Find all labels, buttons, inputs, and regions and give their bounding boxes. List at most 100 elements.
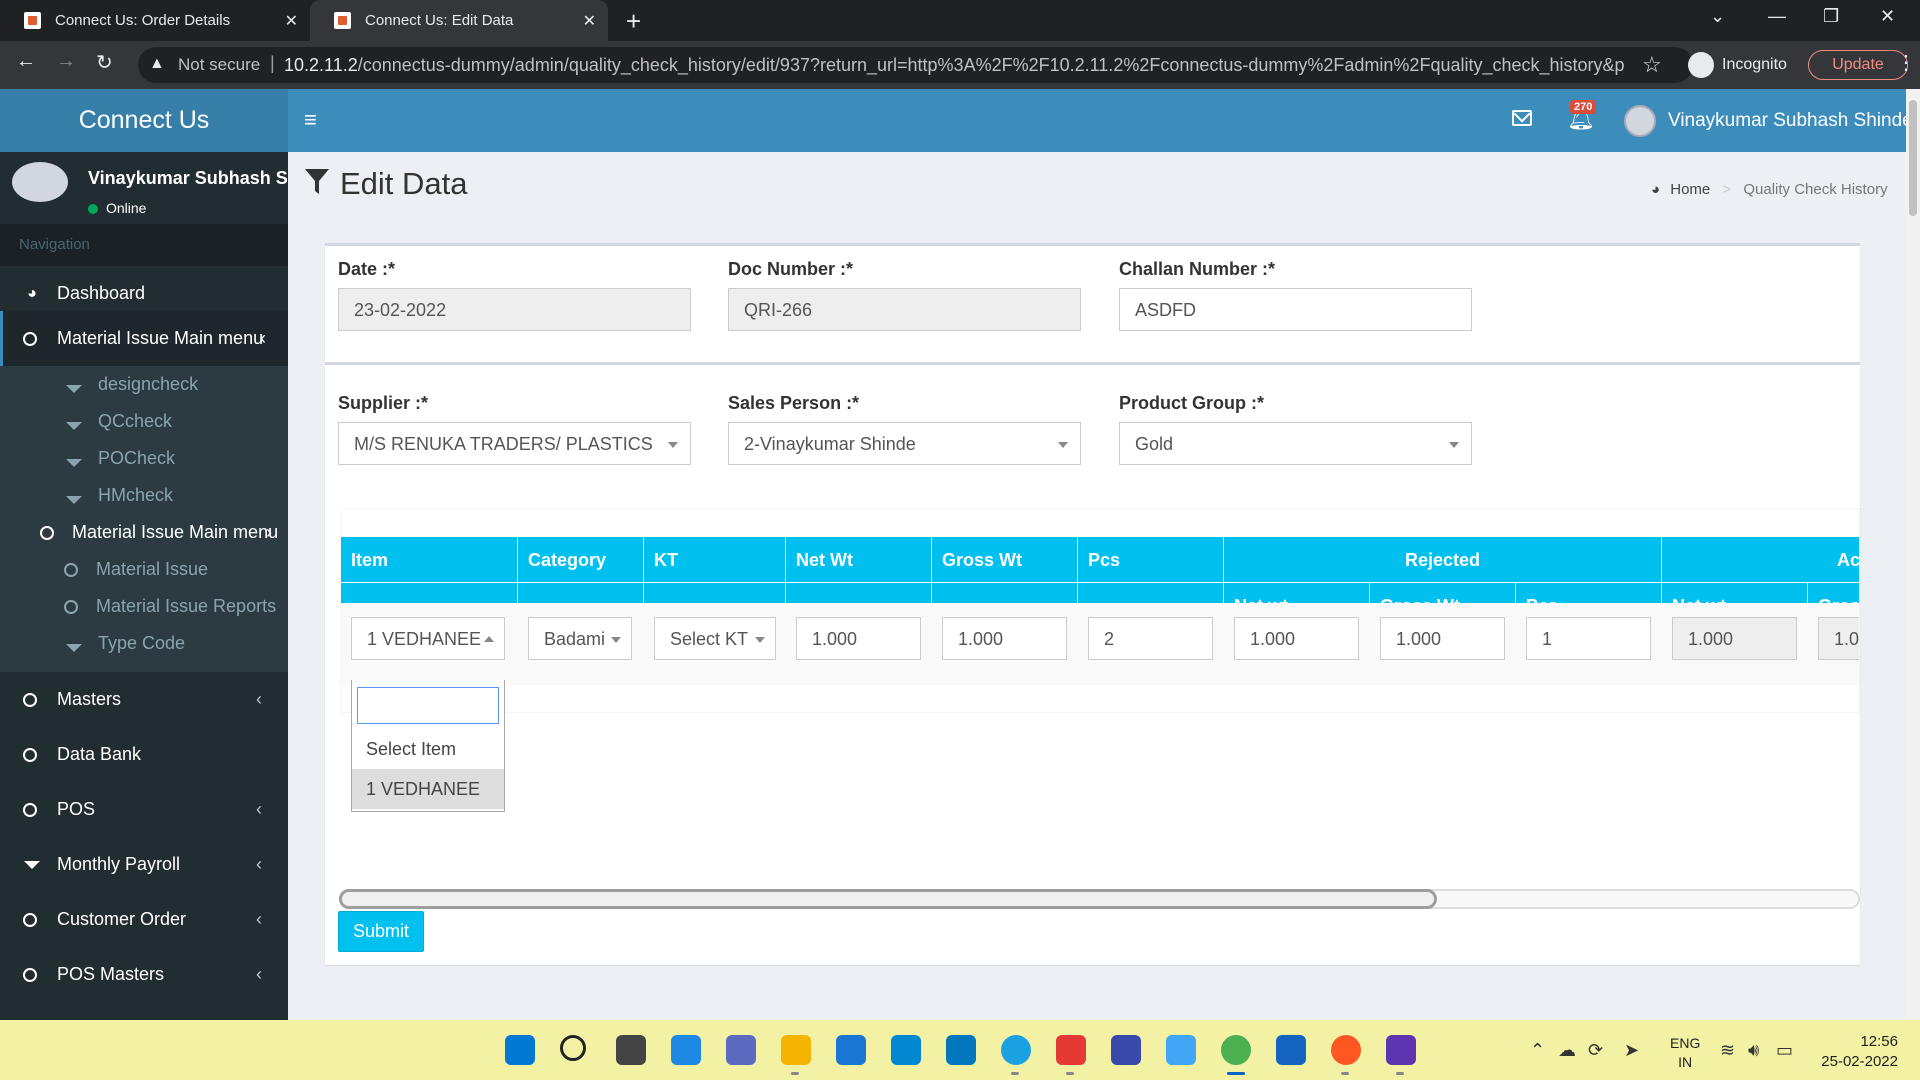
mail-app-icon[interactable] xyxy=(836,1035,866,1065)
sidebar-subitem-material-issue[interactable]: Material Issue xyxy=(0,551,288,588)
update-button[interactable]: Update xyxy=(1808,50,1908,80)
search-icon[interactable] xyxy=(560,1035,586,1061)
widgets-icon[interactable] xyxy=(671,1035,701,1065)
sidebar-subitem-type-code[interactable]: Type Code xyxy=(0,625,288,662)
sidebar-item-monthly-payroll[interactable]: Monthly Payroll ‹ xyxy=(0,837,288,892)
page-scrollbar-thumb[interactable] xyxy=(1909,100,1917,216)
clock[interactable]: 12:56 25-02-2022 xyxy=(1818,1032,1898,1072)
accepted-net-wt-input: 1.000 xyxy=(1672,617,1797,660)
app-logo[interactable]: Connect Us xyxy=(0,89,288,152)
sidebar-item-pos[interactable]: POS ‹ xyxy=(0,782,288,837)
sidebar-item-pos-masters[interactable]: POS Masters ‹ xyxy=(0,947,288,1002)
chevron-down-icon: › xyxy=(266,522,272,542)
header-user-name[interactable]: Vinaykumar Subhash Shinde xyxy=(1668,110,1913,132)
rejected-net-wt-input[interactable]: 1.000 xyxy=(1234,617,1359,660)
chat-icon[interactable] xyxy=(726,1035,756,1065)
task-view-icon[interactable] xyxy=(616,1035,646,1065)
sidebar-item-customer-order[interactable]: Customer Order ‹ xyxy=(0,892,288,947)
edge-icon[interactable] xyxy=(1001,1035,1031,1065)
hamburger-menu-icon[interactable]: ≡ xyxy=(304,107,317,133)
onedrive-icon[interactable]: ☁ xyxy=(1558,1040,1576,1061)
sidebar-item-data-bank[interactable]: Data Bank xyxy=(0,727,288,782)
divider xyxy=(325,362,1860,365)
table-scrollbar-thumb[interactable] xyxy=(339,889,1437,909)
doc-number-field[interactable]: QRI-266 xyxy=(728,288,1081,331)
not-secure-label[interactable]: Not secure xyxy=(178,55,260,75)
pcs-input[interactable]: 2 xyxy=(1088,617,1213,660)
supplier-select[interactable]: M/S RENUKA TRADERS/ PLASTICS xyxy=(338,422,691,465)
submit-button[interactable]: Submit xyxy=(338,911,424,952)
app-icon[interactable] xyxy=(1166,1035,1196,1065)
category-select[interactable]: Badami xyxy=(528,617,632,660)
wps-icon[interactable] xyxy=(1056,1035,1086,1065)
item-select[interactable]: 1 VEDHANEE xyxy=(351,617,505,660)
sidebar-subitem-material-issue-reports[interactable]: Material Issue Reports xyxy=(0,588,288,625)
sidebar-item-label: Material Issue xyxy=(96,559,209,579)
dropdown-search-input[interactable] xyxy=(357,687,499,724)
close-window-button[interactable]: ✕ xyxy=(1880,6,1895,27)
kt-select[interactable]: Select KT xyxy=(654,617,776,660)
app-icon[interactable] xyxy=(1331,1035,1361,1065)
battery-icon[interactable]: ▭ xyxy=(1776,1040,1793,1061)
page-scrollbar[interactable] xyxy=(1906,89,1920,1020)
security-icon[interactable] xyxy=(1111,1035,1141,1065)
browser-tab-edit-data[interactable]: Connect Us: Edit Data ✕ xyxy=(310,0,608,41)
file-explorer-icon[interactable] xyxy=(781,1035,811,1065)
sidebar-user-panel: Vinaykumar Subhash Shinde Online xyxy=(0,152,288,224)
sidebar-subitem-designcheck[interactable]: designcheck xyxy=(0,366,288,403)
clock-date: 25-02-2022 xyxy=(1821,1053,1898,1070)
status-online: Online xyxy=(88,200,146,216)
breadcrumb-home[interactable]: Home xyxy=(1670,181,1710,198)
forward-icon[interactable]: → xyxy=(56,50,76,73)
tab-search-icon[interactable]: ⌄ xyxy=(1710,6,1725,27)
chevron-up-icon[interactable]: ⌃ xyxy=(1530,1040,1545,1061)
gross-wt-input[interactable]: 1.000 xyxy=(942,617,1067,660)
sidebar-item-material-issue-main-menu[interactable]: Material Issue Main menu ‹ xyxy=(0,311,288,366)
browser-tab-order-details[interactable]: Connect Us: Order Details ✕ xyxy=(0,0,310,41)
sync-icon[interactable]: ⟳ xyxy=(1588,1040,1603,1061)
language-indicator[interactable]: ENG IN xyxy=(1670,1034,1700,1072)
start-icon[interactable] xyxy=(505,1035,535,1065)
challan-number-field[interactable]: ASDFD xyxy=(1119,288,1472,331)
reload-icon[interactable]: ↻ xyxy=(96,50,113,75)
rejected-gross-wt-input[interactable]: 1.000 xyxy=(1380,617,1505,660)
close-tab-icon[interactable]: ✕ xyxy=(285,11,298,31)
sidebar-subitem-material-issue-main-menu[interactable]: Material Issue Main menu › xyxy=(0,514,288,551)
maximize-button[interactable]: ❐ xyxy=(1823,6,1839,27)
minimize-button[interactable]: — xyxy=(1768,6,1786,27)
net-wt-input[interactable]: 1.000 xyxy=(796,617,921,660)
sidebar-subitem-pocheck[interactable]: POCheck xyxy=(0,440,288,477)
mail-icon[interactable] xyxy=(1512,110,1532,126)
sidebar-item-label: Material Issue Main menu xyxy=(57,328,264,348)
location-icon[interactable]: ➤ xyxy=(1624,1040,1639,1061)
favicon-icon xyxy=(24,12,41,29)
teams-icon[interactable] xyxy=(1386,1035,1416,1065)
date-field[interactable]: 23-02-2022 xyxy=(338,288,691,331)
sidebar-item-label: Type Code xyxy=(98,633,186,653)
rejected-pcs-input[interactable]: 1 xyxy=(1526,617,1651,660)
bookmark-star-icon[interactable]: ☆ xyxy=(1642,52,1662,78)
app-store-icon[interactable] xyxy=(946,1035,976,1065)
new-tab-button[interactable]: + xyxy=(626,6,641,37)
warning-icon[interactable]: ▲ xyxy=(149,55,165,73)
user-avatar[interactable] xyxy=(1624,105,1656,137)
url-text[interactable]: 10.2.11.2/connectus-dummy/admin/quality_… xyxy=(284,55,1624,76)
back-icon[interactable]: ← xyxy=(16,50,36,73)
incognito-indicator[interactable]: Incognito xyxy=(1688,52,1787,78)
chrome-icon[interactable] xyxy=(1221,1035,1251,1065)
photos-icon[interactable] xyxy=(1276,1035,1306,1065)
volume-icon[interactable]: 🔊︎ xyxy=(1748,1040,1759,1061)
sales-person-select[interactable]: 2-Vinaykumar Shinde xyxy=(728,422,1081,465)
url-separator: | xyxy=(270,53,275,73)
dropdown-option-selected[interactable]: 1 VEDHANEE xyxy=(352,769,504,809)
sidebar-item-masters[interactable]: Masters ‹ xyxy=(0,672,288,727)
sidebar-subitem-hmcheck[interactable]: HMcheck xyxy=(0,477,288,514)
sidebar-subitem-qccheck[interactable]: QCcheck xyxy=(0,403,288,440)
app-l-icon[interactable] xyxy=(891,1035,921,1065)
circle-icon xyxy=(64,599,78,614)
wifi-icon[interactable]: ≋ xyxy=(1720,1040,1735,1061)
product-group-select[interactable]: Gold xyxy=(1119,422,1472,465)
menu-kebab-icon[interactable]: ⋮ xyxy=(1896,50,1916,75)
dropdown-option[interactable]: Select Item xyxy=(352,729,504,769)
close-tab-icon[interactable]: ✕ xyxy=(583,11,596,31)
